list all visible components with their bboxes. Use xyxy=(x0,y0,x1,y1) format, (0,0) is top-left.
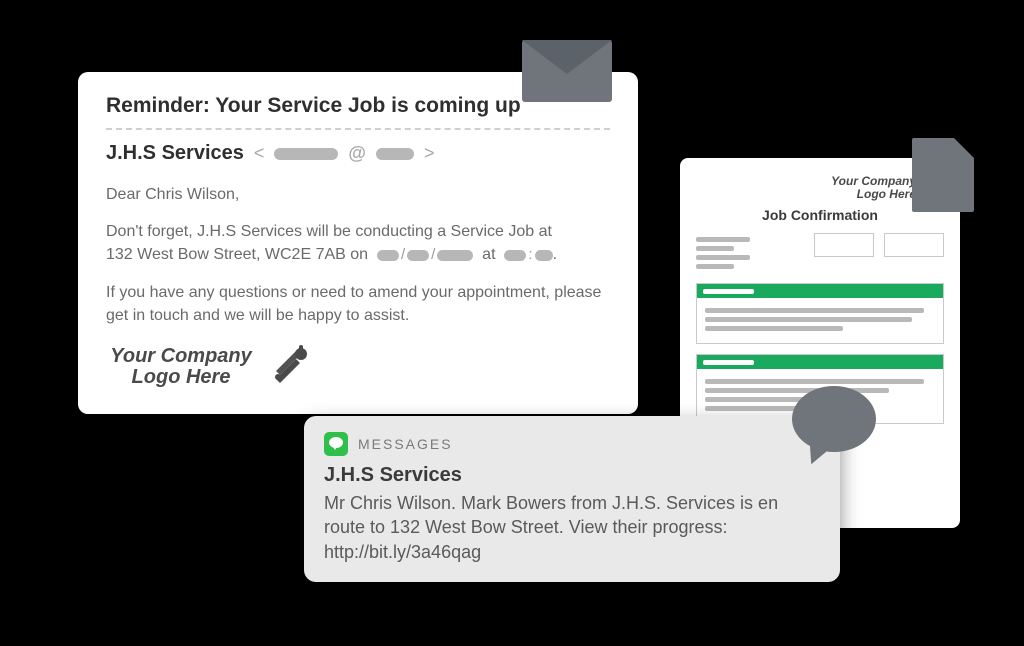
doc-meta-box xyxy=(814,233,874,257)
sms-header: MESSAGES xyxy=(324,432,820,456)
redacted-pill xyxy=(376,148,414,160)
angle-bracket-close: > xyxy=(424,143,435,164)
divider xyxy=(106,128,610,130)
envelope-icon xyxy=(522,40,612,102)
doc-logo-text: Your Company Logo Here xyxy=(831,175,916,200)
email-body: Dear Chris Wilson, Don't forget, J.H.S S… xyxy=(106,183,610,327)
email-sender-row: J.H.S Services < @ > xyxy=(106,142,610,165)
doc-section-header xyxy=(697,355,943,369)
tools-icon xyxy=(266,341,314,394)
sms-body: Mr Chris Wilson. Mark Bowers from J.H.S.… xyxy=(324,491,820,564)
redacted-pill xyxy=(535,250,553,261)
page-icon xyxy=(912,138,974,212)
angle-bracket-open: < xyxy=(254,143,265,164)
logo-text-line-1: Your Company xyxy=(110,345,252,367)
sms-card: MESSAGES J.H.S Services Mr Chris Wilson.… xyxy=(304,416,840,582)
email-greeting: Dear Chris Wilson, xyxy=(106,183,610,206)
email-card: Reminder: Your Service Job is coming up … xyxy=(78,72,638,414)
doc-meta-box xyxy=(884,233,944,257)
at-symbol: @ xyxy=(348,143,366,164)
doc-section-header xyxy=(697,284,943,298)
logo-text-line-2: Logo Here xyxy=(132,366,231,388)
redacted-pill xyxy=(504,250,526,261)
email-sender-name: J.H.S Services xyxy=(106,142,244,165)
redacted-pill xyxy=(407,250,429,261)
doc-logo-line-2: Logo Here xyxy=(857,187,916,201)
sms-sender: J.H.S Services xyxy=(324,464,820,487)
redacted-pill xyxy=(274,148,338,160)
redacted-pill xyxy=(377,250,399,261)
redacted-pill xyxy=(437,250,473,261)
doc-top-row xyxy=(696,233,944,273)
chat-bubble-icon xyxy=(792,386,876,452)
email-line-2: If you have any questions or need to ame… xyxy=(106,281,610,327)
email-at-word: at xyxy=(482,246,495,263)
doc-section-body xyxy=(697,298,943,343)
messages-app-icon xyxy=(324,432,348,456)
email-line-1b: 132 West Bow Street, WC2E 7AB on xyxy=(106,246,368,263)
sms-app-label: MESSAGES xyxy=(358,436,453,452)
company-logo-block: Your Company Logo Here xyxy=(106,341,610,394)
email-line-1: Don't forget, J.H.S Services will be con… xyxy=(106,220,610,266)
doc-section xyxy=(696,283,944,344)
doc-title: Job Confirmation xyxy=(696,207,944,223)
doc-address-block xyxy=(696,233,804,273)
company-logo-text: Your Company Logo Here xyxy=(106,346,256,388)
doc-logo-row: Your Company Logo Here xyxy=(696,174,944,201)
email-line-1a: Don't forget, J.H.S Services will be con… xyxy=(106,223,552,240)
